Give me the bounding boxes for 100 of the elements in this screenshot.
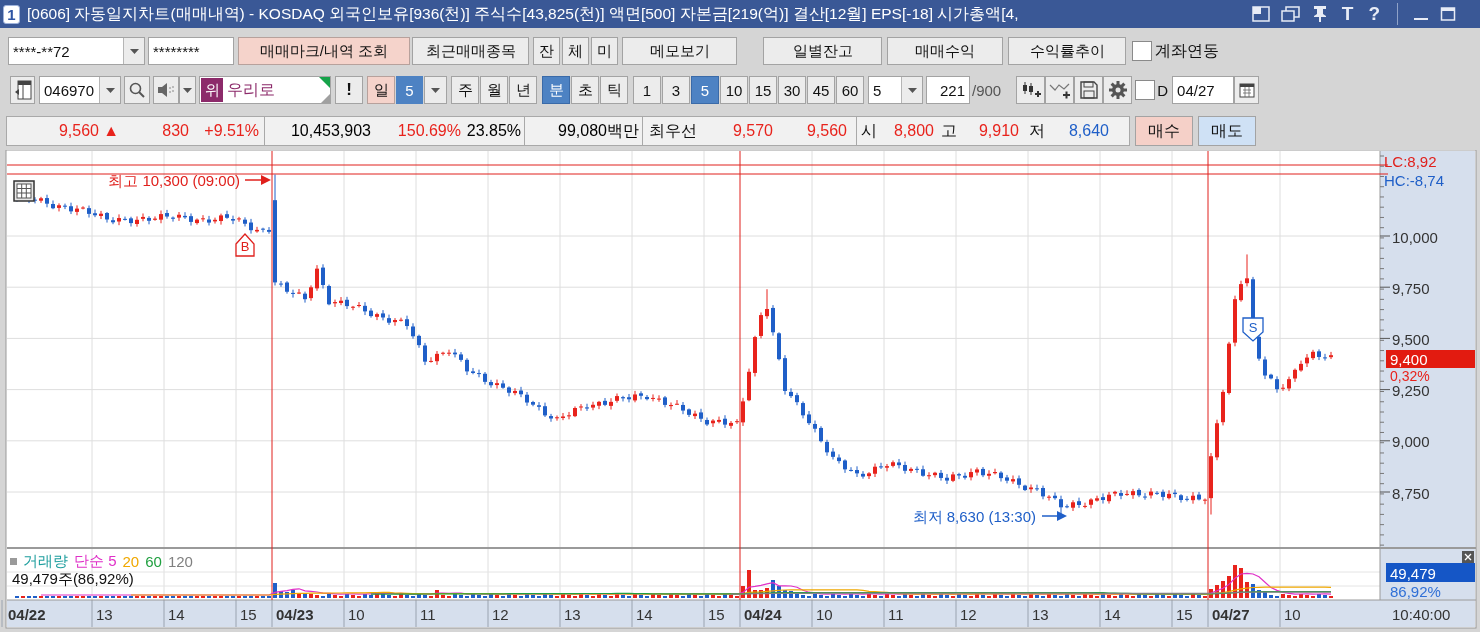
time-axis-label: 04/24 [744, 605, 782, 623]
time-axis-label: 14 [636, 605, 653, 623]
lc-label: LC:8,92 [1384, 152, 1437, 170]
time-axis-label: 15 [708, 605, 725, 623]
checkbox-label[interactable]: 계좌연동 [1155, 40, 1219, 62]
time-axis-label: 04/27 [1212, 605, 1250, 623]
close-icon[interactable] [1462, 551, 1474, 563]
interval-tab[interactable]: 15 [749, 76, 777, 104]
current-time-label: 10:40:00 [1392, 605, 1451, 623]
hc-label: HC:-8,74 [1384, 171, 1445, 189]
order-button[interactable]: 매수 [1135, 116, 1193, 146]
period-tab[interactable]: 월 [480, 76, 508, 104]
unit-tab[interactable]: 초 [571, 76, 599, 104]
volume-summary: 49,479주(86,92%) [12, 570, 134, 589]
password-field[interactable]: ******** [148, 37, 234, 65]
line-chart-icon [1048, 81, 1071, 99]
day-button[interactable]: 일 [367, 76, 395, 104]
windows-icon[interactable] [1280, 6, 1300, 22]
layout-icon[interactable] [1251, 6, 1270, 22]
legend-square-icon [10, 558, 17, 565]
quote-value: 9,560 [806, 122, 847, 139]
time-axis-label: 13 [96, 605, 113, 623]
link-account-checkbox[interactable] [1132, 41, 1152, 61]
interval-tab[interactable]: 3 [662, 76, 690, 104]
corner-marker-icon [321, 94, 330, 103]
quote-value: 23.85% [466, 122, 521, 139]
font-button[interactable]: T [1339, 4, 1356, 24]
toolbar-button[interactable]: 일별잔고 [763, 37, 882, 65]
add-candle-button[interactable] [1016, 76, 1046, 104]
quote-value: 10,453,903 [290, 122, 371, 139]
day-count-field[interactable]: 5 [396, 76, 423, 104]
quote-value: 9,910 [978, 122, 1019, 139]
caret-icon [129, 48, 139, 54]
toolbar-button[interactable]: 매매마크/내역 조회 [238, 37, 410, 65]
toolbar-button[interactable]: 미 [591, 37, 618, 65]
quote-value: 9,570 [732, 122, 773, 139]
settings-button[interactable] [1103, 76, 1133, 104]
maximize-icon[interactable] [1440, 6, 1456, 22]
toolbar-button[interactable]: 잔 [533, 37, 560, 65]
settings-icon [1108, 81, 1127, 99]
period-tab[interactable]: 주 [451, 76, 479, 104]
time-axis-label: 04/23 [276, 605, 314, 623]
caret-icon [907, 87, 917, 93]
price-axis-label: 9,500 [1392, 330, 1430, 348]
unit-tab[interactable]: 틱 [600, 76, 628, 104]
interval-tab[interactable]: 30 [778, 76, 806, 104]
toolbar-button[interactable]: 메모보기 [622, 37, 737, 65]
help-button[interactable]: ? [1366, 4, 1382, 24]
date-checkbox[interactable] [1135, 80, 1156, 100]
time-axis-label: 10 [816, 605, 833, 623]
change-percent-label: 0,32% [1390, 367, 1430, 384]
search-button[interactable] [124, 76, 150, 104]
price-axis-label: 9,000 [1392, 433, 1430, 451]
interval-dropdown[interactable]: 5 [868, 76, 923, 104]
interval-tab[interactable]: 1 [633, 76, 661, 104]
alert-button[interactable]: ! [335, 76, 363, 104]
last-price-tag: 9,400 [1386, 350, 1475, 368]
quote-value: 830 [162, 122, 189, 139]
stock-code-dropdown[interactable]: 046970 [39, 76, 121, 104]
checkbox-label[interactable]: D [1157, 81, 1169, 99]
legend-label: 120 [167, 553, 193, 570]
panel-icon [13, 80, 32, 100]
order-button[interactable]: 매도 [1198, 116, 1256, 146]
quote-value: +9.51% [204, 122, 259, 139]
toolbar-button[interactable]: 체 [562, 37, 589, 65]
time-axis-label: 12 [960, 605, 977, 623]
dropdown-button[interactable] [424, 76, 447, 104]
calendar-icon [1238, 82, 1255, 98]
legend-label: 거래량 [23, 552, 68, 571]
interval-tab[interactable]: 60 [836, 76, 864, 104]
unit-tab[interactable]: 분 [542, 76, 570, 104]
time-axis-label: 15 [240, 605, 257, 623]
dropdown-button[interactable] [179, 76, 196, 104]
count-max-label: /900 [972, 81, 1002, 99]
time-axis-label: 15 [1176, 605, 1193, 623]
candlestick-icon [1020, 81, 1041, 99]
interval-tab[interactable]: 45 [807, 76, 835, 104]
account-dropdown[interactable]: ****-**72 [8, 37, 145, 65]
add-line-button[interactable] [1045, 76, 1075, 104]
count-field[interactable]: 221 [926, 76, 970, 104]
stock-name-field[interactable]: 위 우리로 [199, 76, 331, 104]
time-axis-label: 14 [168, 605, 185, 623]
calendar-button[interactable] [1234, 76, 1260, 104]
interval-tab[interactable]: 10 [720, 76, 748, 104]
date-field[interactable]: 04/27 [1172, 76, 1235, 104]
toolbar-button[interactable]: 매매수익 [887, 37, 1003, 65]
last-volume-tag: 49,479 [1386, 563, 1475, 582]
legend-label: 60 [145, 553, 162, 570]
toolbar-button[interactable]: 수익률추이 [1008, 37, 1126, 65]
period-tab[interactable]: 년 [509, 76, 537, 104]
caret-icon [183, 87, 192, 93]
sound-button[interactable] [153, 76, 179, 104]
table-icon[interactable] [13, 180, 35, 202]
save-button[interactable] [1074, 76, 1104, 104]
speaker-icon [157, 82, 175, 98]
time-axis-label: 10 [1284, 605, 1301, 623]
panel-button[interactable] [10, 76, 35, 104]
toolbar-button[interactable]: 최근매매종목 [412, 37, 529, 65]
legend-label: 20 [122, 553, 140, 570]
interval-tab[interactable]: 5 [691, 76, 719, 104]
